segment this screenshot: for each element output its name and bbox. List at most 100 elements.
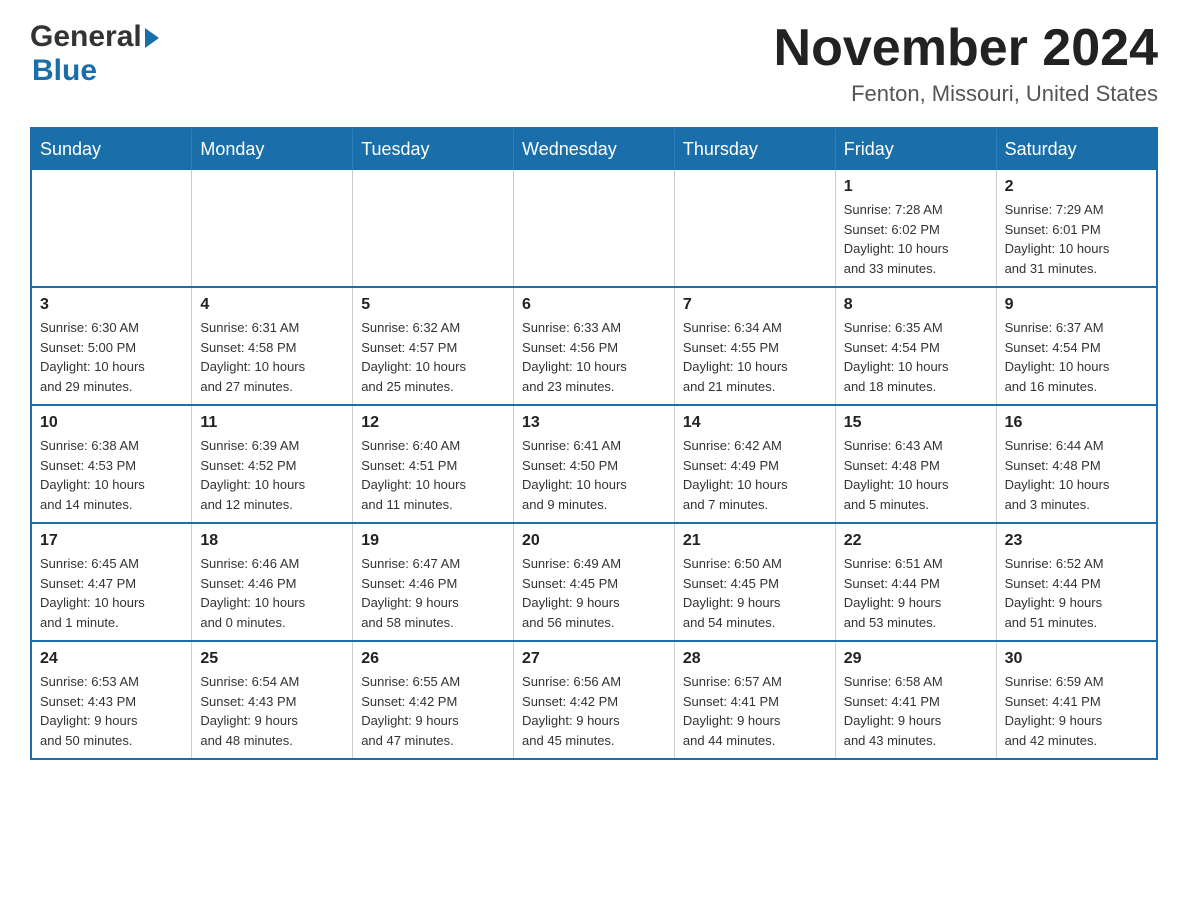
day-number: 12 xyxy=(361,414,505,432)
logo-arrow-icon xyxy=(145,28,159,48)
calendar-day-cell: 25 Sunrise: 6:54 AMSunset: 4:43 PMDayligh… xyxy=(192,641,353,759)
day-info: Sunrise: 6:43 AMSunset: 4:48 PMDaylight:… xyxy=(844,436,988,514)
calendar-day-cell: 27Sunrise: 6:56 AMSunset: 4:42 PMDayligh… xyxy=(514,641,675,759)
day-number: 23 xyxy=(1005,532,1148,550)
day-of-week-header: Friday xyxy=(835,128,996,170)
calendar-day-cell xyxy=(514,170,675,287)
day-info: Sunrise: 6:42 AMSunset: 4:49 PMDaylight:… xyxy=(683,436,827,514)
day-number: 16 xyxy=(1005,414,1148,432)
calendar-day-cell: 30 Sunrise: 6:59 AMSunset: 4:41 PMDayligh… xyxy=(996,641,1157,759)
day-of-week-header: Monday xyxy=(192,128,353,170)
month-title: November 2024 xyxy=(774,20,1158,77)
day-info: Sunrise: 6:49 AMSunset: 4:45 PMDaylight:… xyxy=(522,554,666,632)
day-number: 24 xyxy=(40,650,183,668)
calendar-day-cell: 7 Sunrise: 6:34 AMSunset: 4:55 PMDaylight… xyxy=(674,287,835,405)
calendar-day-cell: 9 Sunrise: 6:37 AMSunset: 4:54 PMDaylight… xyxy=(996,287,1157,405)
day-number: 21 xyxy=(683,532,827,550)
day-info: Sunrise: 6:58 AMSunset: 4:41 PMDaylight:… xyxy=(844,672,988,750)
day-number: 25 xyxy=(200,650,344,668)
logo: General Blue xyxy=(30,20,159,88)
day-info: Sunrise: 7:28 AMSunset: 6:02 PMDaylight:… xyxy=(844,200,988,278)
calendar-table: SundayMondayTuesdayWednesdayThursdayFrid… xyxy=(30,127,1158,760)
calendar-header: SundayMondayTuesdayWednesdayThursdayFrid… xyxy=(31,128,1157,170)
day-number: 22 xyxy=(844,532,988,550)
day-info: Sunrise: 6:50 AMSunset: 4:45 PMDaylight:… xyxy=(683,554,827,632)
calendar-day-cell: 20 Sunrise: 6:49 AMSunset: 4:45 PMDayligh… xyxy=(514,523,675,641)
calendar-day-cell: 29 Sunrise: 6:58 AMSunset: 4:41 PMDayligh… xyxy=(835,641,996,759)
day-number: 29 xyxy=(844,650,988,668)
calendar-week-row: 1 Sunrise: 7:28 AMSunset: 6:02 PMDaylight… xyxy=(31,170,1157,287)
day-info: Sunrise: 6:34 AMSunset: 4:55 PMDaylight:… xyxy=(683,318,827,396)
day-number: 17 xyxy=(40,532,183,550)
day-info: Sunrise: 6:37 AMSunset: 4:54 PMDaylight:… xyxy=(1005,318,1148,396)
day-number: 5 xyxy=(361,296,505,314)
day-of-week-header: Saturday xyxy=(996,128,1157,170)
day-number: 10 xyxy=(40,414,183,432)
calendar-day-cell: 23 Sunrise: 6:52 AMSunset: 4:44 PMDayligh… xyxy=(996,523,1157,641)
day-info: Sunrise: 6:33 AMSunset: 4:56 PMDaylight:… xyxy=(522,318,666,396)
day-number: 7 xyxy=(683,296,827,314)
day-number: 27 xyxy=(522,650,666,668)
calendar-day-cell: 6 Sunrise: 6:33 AMSunset: 4:56 PMDaylight… xyxy=(514,287,675,405)
day-number: 13 xyxy=(522,414,666,432)
day-number: 26 xyxy=(361,650,505,668)
day-info: Sunrise: 6:51 AMSunset: 4:44 PMDaylight:… xyxy=(844,554,988,632)
day-info: Sunrise: 6:32 AMSunset: 4:57 PMDaylight:… xyxy=(361,318,505,396)
day-info: Sunrise: 6:46 AMSunset: 4:46 PMDaylight:… xyxy=(200,554,344,632)
title-section: November 2024 Fenton, Missouri, United S… xyxy=(774,20,1158,107)
calendar-day-cell: 4Sunrise: 6:31 AMSunset: 4:58 PMDaylight… xyxy=(192,287,353,405)
day-info: Sunrise: 6:45 AMSunset: 4:47 PMDaylight:… xyxy=(40,554,183,632)
calendar-week-row: 10 Sunrise: 6:38 AMSunset: 4:53 PMDayligh… xyxy=(31,405,1157,523)
day-number: 18 xyxy=(200,532,344,550)
day-info: Sunrise: 6:59 AMSunset: 4:41 PMDaylight:… xyxy=(1005,672,1148,750)
calendar-day-cell: 10 Sunrise: 6:38 AMSunset: 4:53 PMDayligh… xyxy=(31,405,192,523)
day-of-week-header: Thursday xyxy=(674,128,835,170)
calendar-day-cell: 22 Sunrise: 6:51 AMSunset: 4:44 PMDayligh… xyxy=(835,523,996,641)
calendar-day-cell: 12Sunrise: 6:40 AMSunset: 4:51 PMDayligh… xyxy=(353,405,514,523)
day-number: 20 xyxy=(522,532,666,550)
day-info: Sunrise: 7:29 AMSunset: 6:01 PMDaylight:… xyxy=(1005,200,1148,278)
calendar-day-cell xyxy=(31,170,192,287)
calendar-body: 1 Sunrise: 7:28 AMSunset: 6:02 PMDaylight… xyxy=(31,170,1157,759)
calendar-day-cell: 15Sunrise: 6:43 AMSunset: 4:48 PMDayligh… xyxy=(835,405,996,523)
day-info: Sunrise: 6:54 AMSunset: 4:43 PMDaylight:… xyxy=(200,672,344,750)
day-info: Sunrise: 6:47 AMSunset: 4:46 PMDaylight:… xyxy=(361,554,505,632)
calendar-day-cell: 21 Sunrise: 6:50 AMSunset: 4:45 PMDayligh… xyxy=(674,523,835,641)
day-number: 1 xyxy=(844,178,988,196)
calendar-day-cell: 19Sunrise: 6:47 AMSunset: 4:46 PMDayligh… xyxy=(353,523,514,641)
calendar-week-row: 3Sunrise: 6:30 AMSunset: 5:00 PMDaylight… xyxy=(31,287,1157,405)
calendar-day-cell: 14 Sunrise: 6:42 AMSunset: 4:49 PMDayligh… xyxy=(674,405,835,523)
day-of-week-header: Wednesday xyxy=(514,128,675,170)
day-info: Sunrise: 6:52 AMSunset: 4:44 PMDaylight:… xyxy=(1005,554,1148,632)
day-of-week-header: Sunday xyxy=(31,128,192,170)
calendar-day-cell: 17 Sunrise: 6:45 AMSunset: 4:47 PMDayligh… xyxy=(31,523,192,641)
day-info: Sunrise: 6:39 AMSunset: 4:52 PMDaylight:… xyxy=(200,436,344,514)
day-number: 2 xyxy=(1005,178,1148,196)
calendar-day-cell xyxy=(192,170,353,287)
calendar-week-row: 24 Sunrise: 6:53 AMSunset: 4:43 PMDayligh… xyxy=(31,641,1157,759)
day-info: Sunrise: 6:41 AMSunset: 4:50 PMDaylight:… xyxy=(522,436,666,514)
calendar-day-cell xyxy=(353,170,514,287)
day-number: 6 xyxy=(522,296,666,314)
day-number: 30 xyxy=(1005,650,1148,668)
day-number: 14 xyxy=(683,414,827,432)
calendar-day-cell: 13 Sunrise: 6:41 AMSunset: 4:50 PMDayligh… xyxy=(514,405,675,523)
day-info: Sunrise: 6:35 AMSunset: 4:54 PMDaylight:… xyxy=(844,318,988,396)
calendar-day-cell: 28Sunrise: 6:57 AMSunset: 4:41 PMDayligh… xyxy=(674,641,835,759)
calendar-day-cell: 3Sunrise: 6:30 AMSunset: 5:00 PMDaylight… xyxy=(31,287,192,405)
logo-blue-text: Blue xyxy=(32,54,159,88)
calendar-day-cell: 5 Sunrise: 6:32 AMSunset: 4:57 PMDaylight… xyxy=(353,287,514,405)
day-info: Sunrise: 6:53 AMSunset: 4:43 PMDaylight:… xyxy=(40,672,183,750)
days-of-week-row: SundayMondayTuesdayWednesdayThursdayFrid… xyxy=(31,128,1157,170)
day-number: 3 xyxy=(40,296,183,314)
day-of-week-header: Tuesday xyxy=(353,128,514,170)
day-number: 11 xyxy=(200,414,344,432)
calendar-day-cell: 24 Sunrise: 6:53 AMSunset: 4:43 PMDayligh… xyxy=(31,641,192,759)
calendar-day-cell xyxy=(674,170,835,287)
day-info: Sunrise: 6:57 AMSunset: 4:41 PMDaylight:… xyxy=(683,672,827,750)
location-text: Fenton, Missouri, United States xyxy=(774,81,1158,107)
day-info: Sunrise: 6:38 AMSunset: 4:53 PMDaylight:… xyxy=(40,436,183,514)
day-info: Sunrise: 6:55 AMSunset: 4:42 PMDaylight:… xyxy=(361,672,505,750)
day-number: 9 xyxy=(1005,296,1148,314)
calendar-day-cell: 2 Sunrise: 7:29 AMSunset: 6:01 PMDaylight… xyxy=(996,170,1157,287)
